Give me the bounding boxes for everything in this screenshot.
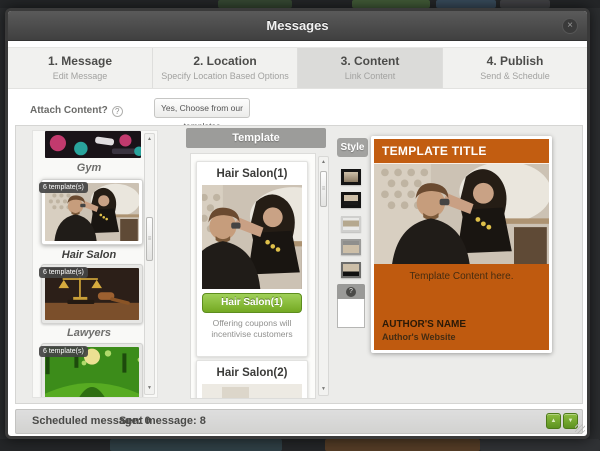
choose-template-button[interactable]: Yes, Choose from our templates [154,98,250,118]
layout-style-5-icon[interactable] [341,262,361,278]
attach-content-text: Attach Content? [30,105,108,116]
hair-salon-photo [374,164,549,264]
scroll-down-icon[interactable]: ▼ [319,384,328,395]
help-icon[interactable]: ? [346,287,356,297]
preview-author-block: AUTHOR'S NAME Author's Website [374,319,549,350]
modal-header: Messages [8,11,587,41]
preview-title: TEMPLATE TITLE [374,139,549,164]
layout-style-2-icon[interactable] [341,192,361,208]
category-item-lawyers[interactable]: 6 template(s) [41,264,143,324]
swatch-header: ? [337,284,365,299]
template-count-badge: 6 template(s) [39,267,88,278]
tab-message[interactable]: 1. Message Edit Message [8,48,153,88]
scrollbar-thumb[interactable]: ≡ [146,217,153,261]
step-subtitle: Link Content [298,71,442,81]
category-scrollbar[interactable]: ▲ ≡ ▼ [144,133,155,395]
attach-content-label: Attach Content?? [30,105,123,117]
background-button [352,0,430,8]
scrollbar-grip: ≡ [148,236,152,242]
background-button [436,0,496,8]
category-label-lawyers: Lawyers [33,327,145,339]
template-card-hair-salon-2[interactable]: Hair Salon(2) [196,360,308,399]
step-subtitle: Edit Message [8,71,152,81]
background-button [500,0,550,8]
template-caption: Offering coupons will incentivise custom… [199,318,305,339]
template-card-title: Hair Salon(1) [197,168,307,180]
scrollbar-grip: ≡ [322,186,326,192]
step-title: 4. Publish [443,54,587,68]
layout-style-3-icon[interactable] [341,216,361,232]
scroll-up-icon[interactable]: ▲ [145,134,154,145]
tab-location[interactable]: 2. Location Specify Location Based Optio… [153,48,298,88]
tab-publish[interactable]: 4. Publish Send & Schedule [443,48,587,88]
scroll-up-button[interactable]: ▲ [546,413,561,429]
help-icon[interactable]: ? [112,106,123,117]
background-block [110,439,282,451]
scroll-down-icon[interactable]: ▼ [145,383,154,394]
style-button[interactable]: Style [337,138,368,157]
category-list: Gym 6 template(s) Hair Salon 6 template(… [32,130,158,398]
step-title: 3. Content [298,54,442,68]
background-page-bottom [0,439,600,451]
scrollbar-thumb[interactable]: ≡ [320,171,327,207]
template-card-title: Hair Salon(2) [197,367,307,379]
template-count-badge: 6 template(s) [39,346,88,357]
template-list: Hair Salon(1) Hair Salon(1) Offering cou… [190,153,316,399]
step-title: 1. Message [8,54,152,68]
modal-title: Messages [8,11,587,41]
background-block [325,439,480,451]
step-subtitle: Specify Location Based Options [153,71,297,81]
status-bar: Scheduled message: 0 Sent message: 8 ▲ ▼ [15,409,583,434]
swatch-color[interactable] [337,299,365,328]
preview-content-text: Template Content here. [374,264,549,282]
background-page-top [0,0,600,8]
category-label-gym: Gym [33,162,145,174]
tab-content[interactable]: 3. Content Link Content [298,48,443,88]
preview-author-website: Author's Website [382,332,541,342]
content-panel: Gym 6 template(s) Hair Salon 6 template(… [15,125,583,404]
scroll-up-icon[interactable]: ▲ [319,157,328,168]
preview-body: TEMPLATE TITLE Template Content here. AU… [374,139,549,350]
preview-author-name: AUTHOR'S NAME [382,319,541,330]
background-button [218,0,292,8]
template-count-badge: 6 template(s) [39,182,88,193]
layout-style-4-icon[interactable] [341,239,361,255]
wizard-step-bar: 1. Message Edit Message 2. Location Spec… [8,47,587,89]
close-icon[interactable]: × [562,18,578,34]
template-scrollbar[interactable]: ▲ ≡ ▼ [318,156,329,396]
background-block [480,439,600,451]
gym-photo[interactable] [45,131,141,158]
select-template-button[interactable]: Hair Salon(1) [202,293,302,313]
resize-handle[interactable] [575,424,585,434]
category-item-hair-salon[interactable]: 6 template(s) [41,179,143,245]
template-card-hair-salon-1[interactable]: Hair Salon(1) Hair Salon(1) Offering cou… [196,161,308,357]
template-panel-header: Template [186,128,326,148]
category-label-hair-salon: Hair Salon [33,249,145,261]
hair-salon-photo [202,185,302,289]
messages-modal: Messages × 1. Message Edit Message 2. Lo… [5,8,590,439]
category-item-park[interactable]: 6 template(s) [41,343,143,398]
step-title: 2. Location [153,54,297,68]
sent-message-count: Sent message: 8 [119,410,206,433]
step-subtitle: Send & Schedule [443,71,587,81]
layout-style-1-icon[interactable] [341,169,361,185]
background-color-swatch[interactable]: ? [337,284,365,328]
salon-interior-photo [202,384,302,399]
template-preview: TEMPLATE TITLE Template Content here. AU… [371,136,552,353]
